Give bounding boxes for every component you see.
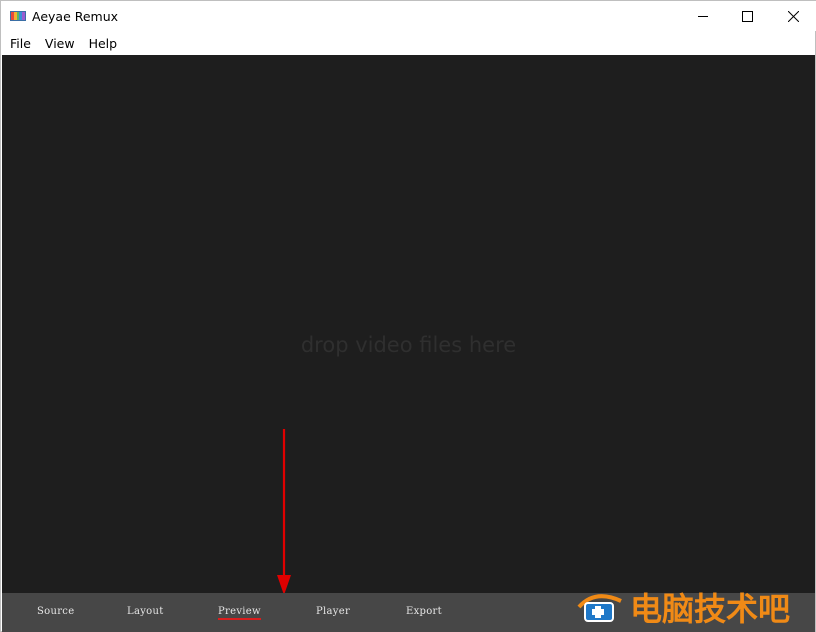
watermark-logo-icon bbox=[577, 594, 622, 622]
close-button[interactable] bbox=[771, 1, 815, 31]
tab-layout[interactable]: Layout bbox=[127, 606, 164, 617]
app-logo-icon bbox=[10, 11, 26, 21]
minimize-icon bbox=[697, 15, 708, 17]
menu-help[interactable]: Help bbox=[84, 34, 123, 53]
watermark-text: 电脑技术吧 bbox=[630, 590, 791, 628]
video-drop-zone[interactable]: drop video files here bbox=[2, 55, 815, 593]
app-window: Aeyae Remux File View Help drop video fi… bbox=[0, 0, 816, 632]
maximize-button[interactable] bbox=[725, 1, 769, 31]
menu-view[interactable]: View bbox=[40, 34, 80, 53]
menu-bar: File View Help bbox=[1, 33, 816, 54]
tab-player[interactable]: Player bbox=[316, 606, 350, 617]
tab-export[interactable]: Export bbox=[406, 606, 442, 617]
menu-file[interactable]: File bbox=[5, 34, 36, 53]
tab-preview[interactable]: Preview bbox=[218, 606, 261, 620]
annotation-arrow-icon bbox=[277, 429, 291, 595]
title-bar[interactable]: Aeyae Remux bbox=[1, 1, 816, 31]
tab-source[interactable]: Source bbox=[37, 606, 74, 617]
maximize-icon bbox=[741, 10, 753, 22]
window-title: Aeyae Remux bbox=[32, 9, 119, 24]
close-icon bbox=[787, 10, 799, 22]
drop-hint-text: drop video files here bbox=[300, 333, 517, 357]
minimize-button[interactable] bbox=[681, 1, 725, 31]
watermark: 电脑技术吧 bbox=[575, 583, 813, 631]
